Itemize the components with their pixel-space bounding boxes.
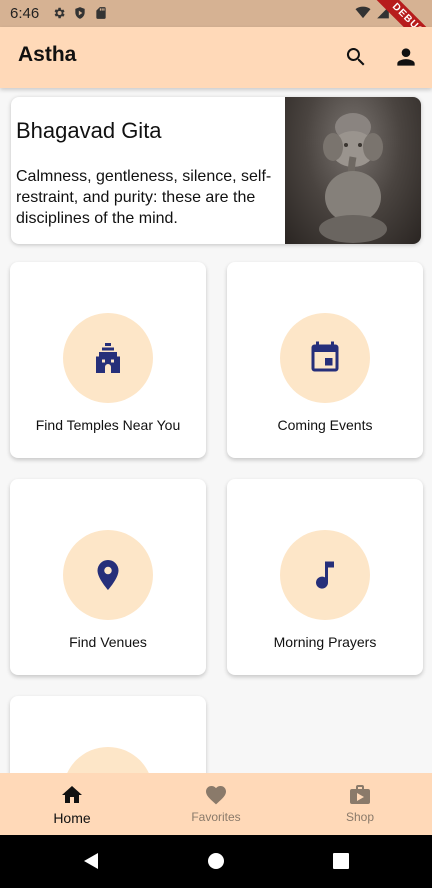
calendar-icon [311,341,339,372]
quote-title: Bhagavad Gita [16,118,162,143]
ganesha-statue-image [285,97,421,244]
quote-text: Calmness, gentleness, silence, self-rest… [16,168,272,227]
tile-label: Morning Prayers [273,634,377,650]
temple-icon [96,343,120,373]
bottom-navigation: Home Favorites Shop [0,773,432,835]
settings-gear-icon [54,7,65,19]
home-icon [62,786,82,803]
tile-find-temples[interactable]: Find Temples Near You [10,262,206,458]
tile-label: Find Venues [69,634,147,650]
recents-icon[interactable] [332,852,350,870]
home-circle-icon[interactable] [207,852,225,870]
nav-shop[interactable]: Shop [288,773,432,835]
app-title: Astha [18,43,77,66]
app-bar: Astha [0,27,432,88]
nav-label: Favorites [191,810,241,824]
android-navigation-bar [0,835,432,888]
tile-icon-circle [63,530,153,620]
tile-label: Coming Events [277,417,373,433]
location-pin-icon [97,560,119,590]
nav-label: Home [53,810,91,826]
tile-icon-circle [63,747,153,773]
wifi-icon [355,6,371,19]
music-note-icon [316,561,334,589]
sd-card-icon [96,7,106,19]
nav-favorites[interactable]: Favorites [144,773,288,835]
tile-label: Find Temples Near You [35,417,181,433]
nav-home[interactable]: Home [0,773,144,835]
quote-card[interactable]: Bhagavad Gita Calmness, gentleness, sile… [11,97,421,244]
search-icon [346,48,365,66]
tile-partial[interactable] [10,696,206,773]
heart-icon [206,786,226,805]
tile-icon-circle [280,313,370,403]
profile-button[interactable] [390,41,422,73]
nav-label: Shop [345,810,375,824]
play-protect-icon [75,7,85,19]
tile-find-venues[interactable]: Find Venues [10,479,206,675]
status-bar: 6:46 [0,0,432,27]
main-content[interactable]: Bhagavad Gita Calmness, gentleness, sile… [0,88,432,773]
tile-icon-circle [63,313,153,403]
person-icon [397,48,415,66]
tile-morning-prayers[interactable]: Morning Prayers [227,479,423,675]
ganesha-statue-illustration [319,113,387,243]
search-button[interactable] [340,41,372,73]
status-time: 6:46 [10,5,40,22]
back-icon[interactable] [82,852,100,870]
tile-coming-events[interactable]: Coming Events [227,262,423,458]
tile-icon-circle [280,530,370,620]
shopping-bag-icon [350,785,370,804]
